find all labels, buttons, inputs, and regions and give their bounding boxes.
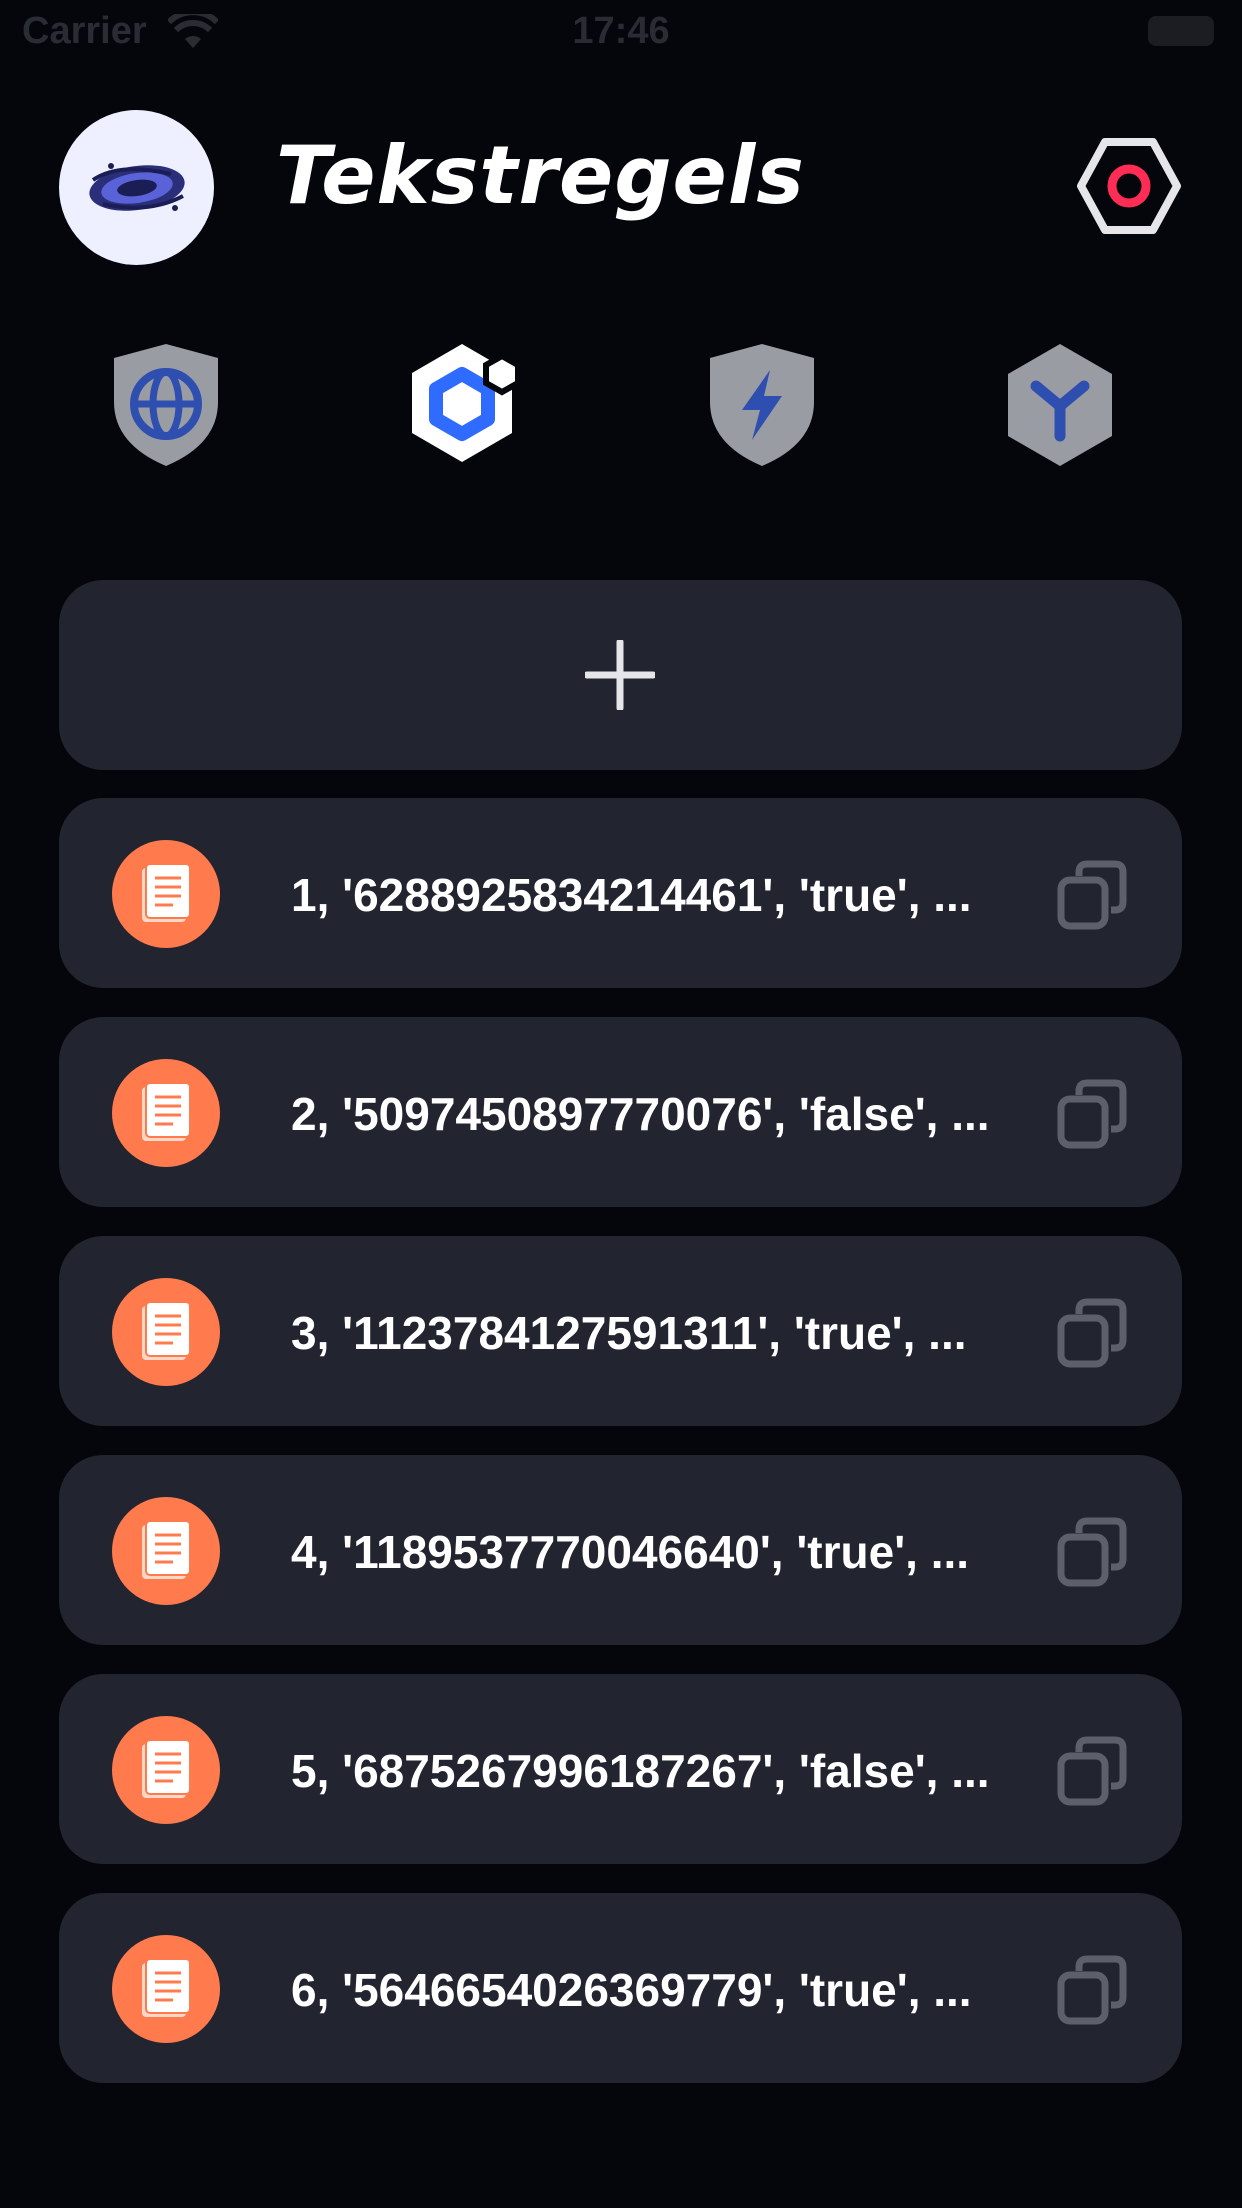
row-text: 3, '1123784127591311', 'true', ...	[291, 1307, 967, 1359]
copy-icon[interactable]	[1057, 1079, 1129, 1151]
row-text: 4, '1189537770046640', 'true', ...	[291, 1526, 970, 1578]
plus-icon	[585, 640, 655, 710]
galaxy-icon	[89, 163, 185, 211]
protocol-globe-button[interactable]	[106, 340, 226, 470]
copy-icon[interactable]	[1057, 1955, 1129, 2027]
row-text: 5, '6875267996187267', 'false', ...	[291, 1745, 990, 1797]
copy-icon[interactable]	[1057, 1517, 1129, 1589]
hexagon-cube-icon	[412, 344, 521, 462]
shield-bolt-icon	[710, 344, 814, 466]
copy-icon[interactable]	[1057, 860, 1129, 932]
list-item[interactable]: 1, '6288925834214461', 'true', ...	[59, 798, 1182, 988]
status-bar: Carrier 17:46	[0, 0, 1242, 66]
hexagon-y-icon	[1008, 344, 1112, 466]
document-icon	[112, 1497, 220, 1605]
document-icon	[112, 840, 220, 948]
document-icon	[112, 1059, 220, 1167]
document-icon	[112, 1278, 220, 1386]
add-button[interactable]	[59, 580, 1182, 770]
protocol-y-button[interactable]	[1000, 340, 1120, 470]
row-text: 6, '5646654026369779', 'true', ...	[291, 1964, 972, 2016]
copy-icon[interactable]	[1057, 1298, 1129, 1370]
list-item[interactable]: 3, '1123784127591311', 'true', ...	[59, 1236, 1182, 1426]
list-item[interactable]: 2, '5097450897770076', 'false', ...	[59, 1017, 1182, 1207]
battery-icon	[1148, 16, 1214, 46]
list-item[interactable]: 5, '6875267996187267', 'false', ...	[59, 1674, 1182, 1864]
document-icon	[112, 1935, 220, 2043]
row-text: 1, '6288925834214461', 'true', ...	[291, 869, 972, 921]
list-item[interactable]: 6, '5646654026369779', 'true', ...	[59, 1893, 1182, 2083]
protocol-cube-button[interactable]	[404, 340, 524, 470]
avatar[interactable]	[59, 110, 214, 265]
row-text: 2, '5097450897770076', 'false', ...	[291, 1088, 990, 1140]
protocol-bolt-button[interactable]	[702, 340, 822, 470]
hexagon-record-icon	[1077, 138, 1181, 234]
shield-globe-icon	[114, 344, 218, 466]
document-icon	[112, 1716, 220, 1824]
status-time: 17:46	[572, 10, 670, 52]
copy-icon[interactable]	[1057, 1736, 1129, 1808]
list-item[interactable]: 4, '1189537770046640', 'true', ...	[59, 1455, 1182, 1645]
page-title: Tekstregels	[276, 129, 805, 222]
settings-button[interactable]	[1075, 138, 1183, 234]
